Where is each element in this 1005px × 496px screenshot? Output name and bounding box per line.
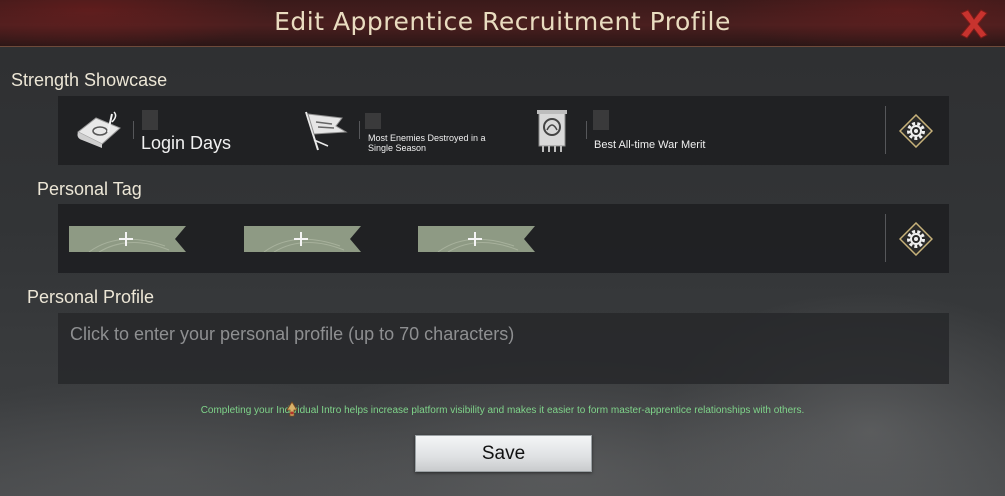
personal-profile-box[interactable] <box>58 313 949 384</box>
showcase-settings-button[interactable] <box>898 113 934 149</box>
divider <box>586 121 587 139</box>
stat-label-login-days: Login Days <box>141 133 232 153</box>
divider <box>885 214 886 262</box>
war-flag-icon <box>302 108 350 157</box>
strength-showcase-label: Strength Showcase <box>11 70 168 90</box>
personal-tag-label: Personal Tag <box>37 179 142 199</box>
hint-text: Completing your Individual Intro helps i… <box>200 405 805 416</box>
tag-slot-3[interactable] <box>418 226 535 253</box>
gear-icon <box>898 113 934 149</box>
warning-icon <box>286 401 298 422</box>
stat-label-war-merit: Best All-time War Merit <box>594 139 706 151</box>
divider <box>359 121 360 139</box>
close-button[interactable] <box>956 6 992 42</box>
close-icon <box>960 9 988 39</box>
personal-profile-input[interactable] <box>68 321 932 347</box>
divider <box>885 106 886 154</box>
scroll-quill-icon <box>74 110 124 157</box>
title-bar: Edit Apprentice Recruitment Profile <box>0 0 1005 47</box>
stat-value-login-days <box>142 110 158 130</box>
banner-emblem-icon <box>535 108 569 159</box>
tag-slot-1[interactable] <box>69 226 186 253</box>
strength-showcase-panel: Login Days Most Enemies Destroyed in a S… <box>58 96 949 165</box>
stat-value-most-enemies <box>365 113 381 129</box>
divider <box>133 121 134 139</box>
gear-icon <box>898 221 934 257</box>
tag-slot-2[interactable] <box>244 226 361 253</box>
tag-settings-button[interactable] <box>898 221 934 257</box>
stat-value-war-merit <box>593 110 609 130</box>
save-button[interactable]: Save <box>415 435 592 472</box>
dialog-title: Edit Apprentice Recruitment Profile <box>274 7 731 36</box>
stat-label-most-enemies: Most Enemies Destroyed in a Single Seaso… <box>368 133 486 153</box>
personal-profile-label: Personal Profile <box>27 287 155 307</box>
personal-tag-panel <box>58 204 949 273</box>
